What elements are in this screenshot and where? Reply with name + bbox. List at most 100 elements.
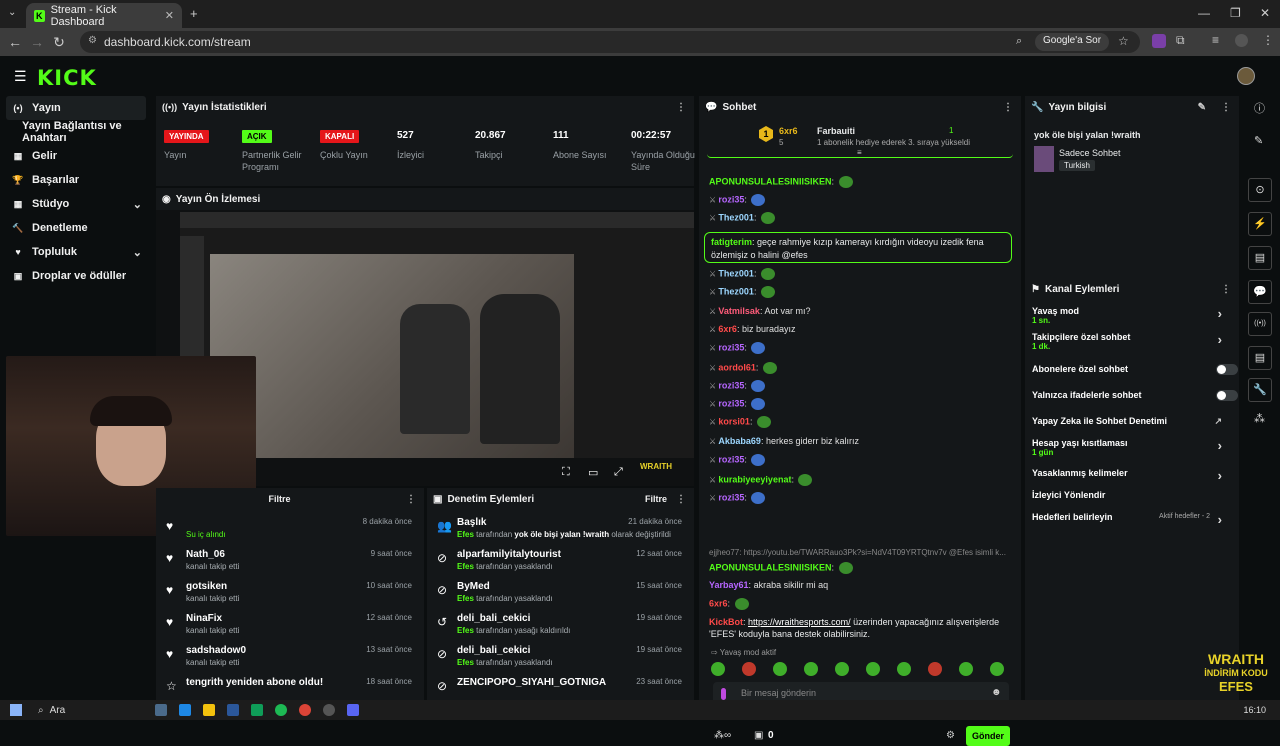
chevron-right-icon[interactable]: › <box>1218 438 1222 453</box>
chat-username[interactable]: rozi35 <box>718 454 744 464</box>
quick-emote-icon[interactable] <box>990 662 1004 676</box>
google-ask-button[interactable]: Google'a Sor <box>1035 33 1110 51</box>
channel-action-row[interactable]: Hesap yaşı kısıtlaması 1 gün › <box>1032 438 1232 457</box>
broadcast-icon[interactable]: ((•)) <box>1248 312 1272 336</box>
more-icon[interactable]: ⁂ <box>1254 412 1265 425</box>
chat-username[interactable]: 6xr6 <box>709 598 728 608</box>
zoom-icon[interactable]: ⌕ <box>1016 35 1022 48</box>
stream-video[interactable] <box>180 212 694 458</box>
channel-action-row[interactable]: İzleyici Yönlendir <box>1032 490 1232 500</box>
close-tab-icon[interactable]: ✕ <box>165 9 174 22</box>
kick-logo[interactable]: KICK <box>37 66 97 90</box>
activity-more-icon[interactable]: ⋮ <box>406 494 416 505</box>
mod-more-icon[interactable]: ⋮ <box>676 494 686 505</box>
chevron-down-icon[interactable]: ⌄ <box>133 198 142 211</box>
discord-icon[interactable] <box>347 704 360 716</box>
profile-avatar[interactable] <box>1235 34 1248 47</box>
forward-icon[interactable]: → <box>26 34 48 50</box>
category-name[interactable]: Sadece Sohbet <box>1059 148 1121 158</box>
moderation-row[interactable]: ⊘ alparfamilyitalytourist Efes tarafından … <box>427 546 694 578</box>
sidebar-item[interactable]: 🔨 Denetleme <box>0 216 152 240</box>
channel-action-row[interactable]: Yalnızca ifadelerle sohbet <box>1032 390 1238 401</box>
obs-icon[interactable] <box>323 704 336 716</box>
restore-icon[interactable]: ❐ <box>1230 6 1241 20</box>
edit-icon[interactable]: ✎ <box>1254 134 1263 147</box>
word-icon[interactable] <box>227 704 240 716</box>
quick-emote-icon[interactable] <box>866 662 880 676</box>
more-options-icon[interactable]: ⋮ <box>676 102 686 113</box>
sidebar-item[interactable]: ♥ Topluluk ⌄ <box>0 240 152 264</box>
bolt-icon[interactable]: ⚡ <box>1248 212 1272 236</box>
expand-icon[interactable]: ⤢ <box>614 466 623 479</box>
channel-action-row[interactable]: Abonelere özel sohbet <box>1032 364 1238 375</box>
info-icon[interactable]: ⓘ <box>1254 100 1265 116</box>
chevron-right-icon[interactable]: › <box>1218 332 1222 347</box>
chat-username[interactable]: rozi35 <box>718 398 744 408</box>
chat-username[interactable]: Thez001 <box>718 268 754 278</box>
channel-action-row[interactable]: Hedefleri belirleyin › Aktif hedefler - 2 <box>1032 512 1232 527</box>
chat-settings-icon[interactable]: ⚙ <box>946 730 955 741</box>
bot-user[interactable]: KickBot <box>709 617 743 627</box>
mic-icon[interactable] <box>721 688 726 700</box>
gift-icon[interactable]: ▣ <box>754 730 763 741</box>
chat-username[interactable]: APONUNSULALESINIISIKEN <box>709 176 832 186</box>
edit-pencil-icon[interactable]: ✎ <box>1198 102 1206 113</box>
channel-action-row[interactable]: Yapay Zeka ile Sohbet Denetimi ↗ <box>1032 416 1232 426</box>
chat-username[interactable]: rozi35 <box>718 194 744 204</box>
quick-emote-icon[interactable] <box>804 662 818 676</box>
back-icon[interactable]: ← <box>4 34 26 50</box>
taskbar-search[interactable]: Ara <box>50 705 66 716</box>
sidebar-item[interactable]: ▣ Droplar ve ödüller <box>0 264 152 288</box>
browser-tab[interactable]: K Stream - Kick Dashboard ✕ <box>26 3 182 28</box>
list-icon[interactable]: ▤ <box>1248 246 1272 270</box>
highlight-user[interactable]: fatigterim <box>711 237 752 247</box>
extensions-puzzle-icon[interactable]: ⧉ <box>1176 33 1185 48</box>
mod-filter-button[interactable]: Filtre <box>645 494 667 504</box>
site-info-icon[interactable]: ⚙ <box>88 35 97 46</box>
sidebar-item[interactable]: ▦ Stüdyo ⌄ <box>0 192 152 216</box>
extension-icon[interactable] <box>1152 34 1166 48</box>
browser-menu-icon[interactable]: ⋮ <box>1262 33 1274 47</box>
chrome-icon[interactable] <box>299 704 312 716</box>
chat-username[interactable]: Thez001 <box>718 212 754 222</box>
window-close-icon[interactable]: ✕ <box>1260 6 1270 20</box>
quick-emote-icon[interactable] <box>773 662 787 676</box>
toggle-switch[interactable] <box>1216 390 1238 401</box>
chat-more-icon[interactable]: ⋮ <box>1003 102 1013 113</box>
chat-username[interactable]: korsi01 <box>718 416 750 426</box>
send-button[interactable]: Gönder <box>966 726 1010 746</box>
activity-row[interactable]: ♥ sadshadow0 kanalı takip etti 13 saat önce <box>156 642 424 674</box>
chat-username[interactable]: Yarbay61 <box>709 580 749 590</box>
media-icon[interactable]: ≡ <box>1212 33 1219 47</box>
activity-row[interactable]: ♥ Nath_06 kanalı takip etti 9 saat önce <box>156 546 424 578</box>
sidebar-item[interactable]: 🏆 Başarılar <box>0 168 152 192</box>
taskbar-app-icon[interactable] <box>155 704 168 716</box>
chat-username[interactable]: rozi35 <box>718 492 744 502</box>
sidebar-item[interactable]: Yayın Bağlantısı ve Anahtarı <box>0 120 152 144</box>
chat-username[interactable]: Thez001 <box>718 286 754 296</box>
moderation-row[interactable]: ⊘ ByMed Efes tarafından yasaklandı 15 saat … <box>427 578 694 610</box>
channel-action-row[interactable]: Takipçilere özel sohbet 1 dk. › <box>1032 332 1232 351</box>
sidebar-item[interactable]: (•) Yayın <box>6 96 146 120</box>
chevron-right-icon[interactable]: › <box>1218 468 1222 483</box>
activity-row[interactable]: ♥ Su iç alındı 8 dakika önce <box>156 514 424 546</box>
quick-emote-icon[interactable] <box>711 662 725 676</box>
quick-emote-icon[interactable] <box>897 662 911 676</box>
chat-username[interactable]: APONUNSULALESINIISIKEN <box>709 562 832 572</box>
moderation-row[interactable]: ⊘ deli_bali_cekici Efes tarafından yasakla… <box>427 642 694 674</box>
chat-username[interactable]: aordol61 <box>718 362 756 372</box>
pinned-gift-leaderboard[interactable]: 1 6xr6 5 Farbauiti 1 1 abonelik hediye e… <box>707 120 1013 158</box>
chat-username[interactable]: rozi35 <box>718 342 744 352</box>
chat-username[interactable]: Vatmilsak <box>718 306 760 316</box>
filter-button[interactable]: Filtre <box>268 494 290 504</box>
layout-icon[interactable]: ▤ <box>1248 346 1272 370</box>
points-icon[interactable]: ⁂∞ <box>714 730 731 741</box>
quick-emote-icon[interactable] <box>742 662 756 676</box>
chevron-right-icon[interactable]: › <box>1218 306 1222 321</box>
chevron-right-icon[interactable]: › <box>1218 512 1222 527</box>
search-icon[interactable]: ⌕ <box>38 705 44 716</box>
quick-emote-icon[interactable] <box>928 662 942 676</box>
spotify-icon[interactable] <box>275 704 288 716</box>
sidebar-item[interactable]: ▦ Gelir <box>0 144 152 168</box>
quick-emote-icon[interactable] <box>835 662 849 676</box>
